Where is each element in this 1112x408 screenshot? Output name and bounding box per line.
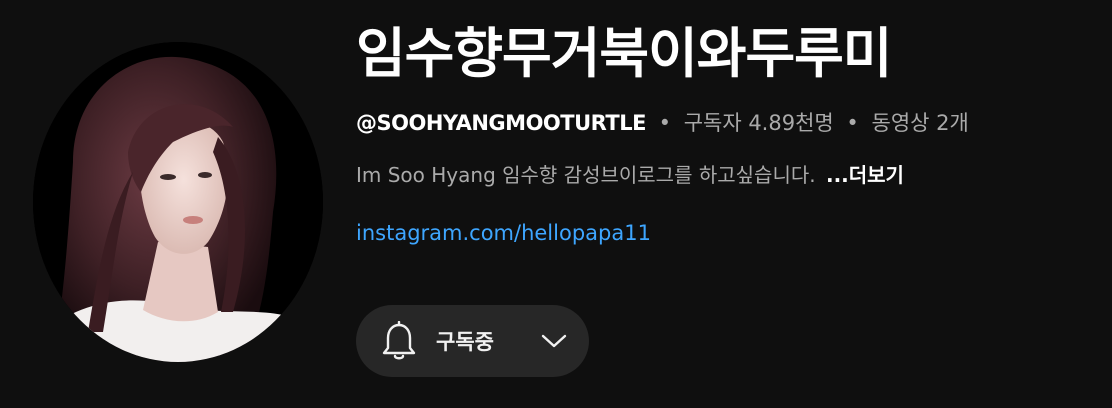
more-button[interactable]: ...더보기: [826, 163, 904, 187]
subscriber-count: 구독자 4.89천명: [683, 111, 834, 135]
channel-description[interactable]: Im Soo Hyang 임수향 감성브이로그를 하고싶습니다. ...더보기: [356, 160, 1092, 190]
instagram-link[interactable]: instagram.com/hellopapa11: [356, 221, 651, 245]
channel-handle: @SOOHYANGMOOTURTLE: [356, 111, 646, 135]
avatar-image: [33, 42, 323, 362]
meta-separator: •: [846, 111, 859, 135]
bell-icon: [382, 321, 416, 360]
channel-header: 임수향무거북이와두루미 @SOOHYANGMOOTURTLE • 구독자 4.8…: [0, 0, 1112, 408]
subscribed-label: 구독중: [436, 330, 494, 354]
subscribed-button[interactable]: 구독중: [356, 305, 589, 377]
description-text: Im Soo Hyang 임수향 감성브이로그를 하고싶습니다.: [356, 163, 816, 187]
meta-separator: •: [658, 111, 671, 135]
channel-info: 임수향무거북이와두루미 @SOOHYANGMOOTURTLE • 구독자 4.8…: [356, 14, 1092, 248]
channel-title: 임수향무거북이와두루미: [356, 22, 892, 85]
channel-meta: @SOOHYANGMOOTURTLE • 구독자 4.89천명 • 동영상 2개: [356, 108, 1092, 138]
video-count: 동영상 2개: [871, 111, 969, 135]
chevron-down-icon: [541, 334, 567, 348]
channel-avatar[interactable]: [33, 42, 323, 362]
channel-links: instagram.com/hellopapa11: [356, 218, 1092, 248]
